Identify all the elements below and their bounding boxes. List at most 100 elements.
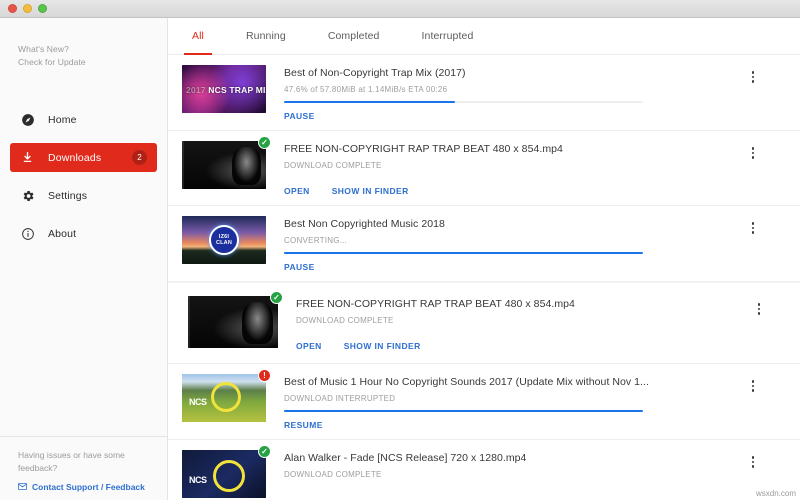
title-bar — [0, 0, 800, 18]
sidebar-item-label: Settings — [48, 190, 87, 202]
download-body: Best Non Copyrighted Music 2018 CONVERTI… — [266, 216, 800, 272]
download-body: Best of Non-Copyright Trap Mix (2017) 47… — [266, 65, 800, 121]
whats-new-link[interactable]: What's New? — [18, 43, 167, 56]
watermark: wsxdn.com — [755, 489, 797, 498]
sidebar-item-about[interactable]: About — [10, 219, 157, 248]
video-thumbnail: NCS — [182, 450, 266, 498]
open-button[interactable]: OPEN — [284, 186, 310, 196]
thumbnail-art — [188, 296, 278, 348]
sidebar-item-downloads[interactable]: Downloads 2 — [10, 143, 157, 172]
download-item[interactable]: ✓ FREE NON-COPYRIGHT RAP TRAP BEAT 480 x… — [168, 131, 800, 206]
downloads-count-badge: 2 — [132, 150, 147, 165]
spacer — [284, 170, 772, 178]
error-badge-icon: ! — [258, 369, 271, 382]
sidebar-item-home[interactable]: Home — [10, 105, 157, 134]
complete-badge-icon: ✓ — [270, 291, 283, 304]
thumbnail-art: NCS — [182, 374, 266, 422]
thumbnail-ring — [211, 382, 241, 412]
progress-fill — [284, 410, 643, 412]
video-thumbnail — [188, 296, 278, 348]
tab-interrupted[interactable]: Interrupted — [414, 18, 482, 55]
kebab-menu-icon[interactable] — [746, 454, 760, 470]
kebab-menu-icon[interactable] — [746, 220, 760, 236]
download-actions: PAUSE — [284, 262, 772, 272]
thumbnail-art: 2017 NCS TRAP MIX — [182, 65, 266, 113]
video-thumbnail — [182, 141, 266, 189]
check-for-update-link[interactable]: Check for Update — [18, 56, 167, 69]
download-title: Best of Non-Copyright Trap Mix (2017) — [284, 66, 772, 80]
download-status: 47.6% of 57.80MiB at 1.14MiB/s ETA 00:26 — [284, 85, 772, 94]
download-item[interactable]: NCS ! Best of Music 1 Hour No Copyright … — [168, 364, 800, 440]
tab-completed[interactable]: Completed — [320, 18, 388, 55]
pause-button[interactable]: PAUSE — [284, 262, 315, 272]
mail-icon — [18, 482, 27, 492]
sidebar-item-label: Home — [48, 114, 77, 126]
kebab-menu-icon[interactable] — [752, 301, 766, 317]
download-body: Alan Walker - Fade [NCS Release] 720 x 1… — [266, 450, 800, 498]
kebab-menu-icon[interactable] — [746, 69, 760, 85]
download-actions: PAUSE — [284, 111, 772, 121]
thumbnail-art — [182, 141, 266, 189]
download-actions: OPEN SHOW IN FINDER — [296, 341, 772, 351]
tab-all[interactable]: All — [184, 18, 212, 55]
progress-bar — [284, 252, 643, 254]
download-item[interactable]: 2017 NCS TRAP MIX Best of Non-Copyright … — [168, 55, 800, 131]
thumbnail-caption: NCS — [189, 475, 207, 485]
pause-button[interactable]: PAUSE — [284, 111, 315, 121]
download-body: FREE NON-COPYRIGHT RAP TRAP BEAT 480 x 8… — [266, 141, 800, 196]
tab-running[interactable]: Running — [238, 18, 294, 55]
contact-support-label: Contact Support / Feedback — [32, 482, 145, 492]
sidebar-item-label: Downloads — [48, 152, 101, 164]
zoom-button[interactable] — [38, 4, 47, 13]
complete-badge-icon: ✓ — [258, 136, 271, 149]
show-in-finder-button[interactable]: SHOW IN FINDER — [332, 186, 409, 196]
download-item[interactable]: ✓ FREE NON-COPYRIGHT RAP TRAP BEAT 480 x… — [168, 282, 800, 364]
download-item[interactable]: IZ6I CLAN Best Non Copyrighted Music 201… — [168, 206, 800, 282]
download-title: FREE NON-COPYRIGHT RAP TRAP BEAT 480 x 8… — [284, 142, 772, 156]
minimize-button[interactable] — [23, 4, 32, 13]
sidebar-item-label: About — [48, 228, 76, 240]
thumbnail-caption: NCS TRAP MIX — [208, 85, 266, 95]
progress-bar — [284, 101, 643, 103]
thumbnail-wrap: IZ6I CLAN — [182, 216, 266, 272]
gear-icon — [20, 188, 35, 203]
video-thumbnail: NCS — [182, 374, 266, 422]
show-in-finder-button[interactable]: SHOW IN FINDER — [344, 341, 421, 351]
download-actions: RESUME — [284, 420, 772, 430]
resume-button[interactable]: RESUME — [284, 420, 323, 430]
download-status: CONVERTING... — [284, 236, 772, 245]
sidebar-top-links: What's New? Check for Update — [0, 18, 167, 69]
thumbnail-art: NCS — [182, 450, 266, 498]
sidebar-footer: Having issues or have some feedback? Con… — [0, 436, 168, 500]
progress-bar — [284, 410, 643, 412]
contact-support-link[interactable]: Contact Support / Feedback — [18, 482, 152, 492]
compass-icon — [20, 112, 35, 127]
complete-badge-icon: ✓ — [258, 445, 271, 458]
app-window: What's New? Check for Update Home — [0, 0, 800, 500]
open-button[interactable]: OPEN — [296, 341, 322, 351]
download-actions: OPEN SHOW IN FINDER — [284, 186, 772, 196]
close-button[interactable] — [8, 4, 17, 13]
download-body: FREE NON-COPYRIGHT RAP TRAP BEAT 480 x 8… — [278, 296, 800, 351]
kebab-menu-icon[interactable] — [746, 145, 760, 161]
main-content: All Running Completed Interrupted 2017 N… — [168, 18, 800, 500]
thumbnail-logo: IZ6I CLAN — [209, 225, 239, 255]
feedback-prompt: Having issues or have some feedback? — [18, 449, 152, 475]
sidebar-item-settings[interactable]: Settings — [10, 181, 157, 210]
thumbnail-wrap: ✓ — [182, 141, 266, 196]
thumbnail-art: IZ6I CLAN — [182, 216, 266, 264]
thumbnail-logo-line2: CLAN — [216, 240, 232, 246]
video-thumbnail: 2017 NCS TRAP MIX — [182, 65, 266, 113]
thumbnail-year: 2017 — [186, 85, 206, 95]
video-thumbnail: IZ6I CLAN — [182, 216, 266, 264]
info-icon — [20, 226, 35, 241]
sidebar: What's New? Check for Update Home — [0, 18, 168, 500]
thumbnail-caption: NCS — [189, 397, 207, 407]
thumbnail-wrap: NCS ! — [182, 374, 266, 430]
progress-fill — [284, 101, 455, 103]
download-item[interactable]: NCS ✓ Alan Walker - Fade [NCS Release] 7… — [168, 440, 800, 500]
download-title: Best of Music 1 Hour No Copyright Sounds… — [284, 375, 772, 389]
kebab-menu-icon[interactable] — [746, 378, 760, 394]
thumbnail-wrap: ✓ — [188, 296, 278, 351]
download-title: Alan Walker - Fade [NCS Release] 720 x 1… — [284, 451, 772, 465]
